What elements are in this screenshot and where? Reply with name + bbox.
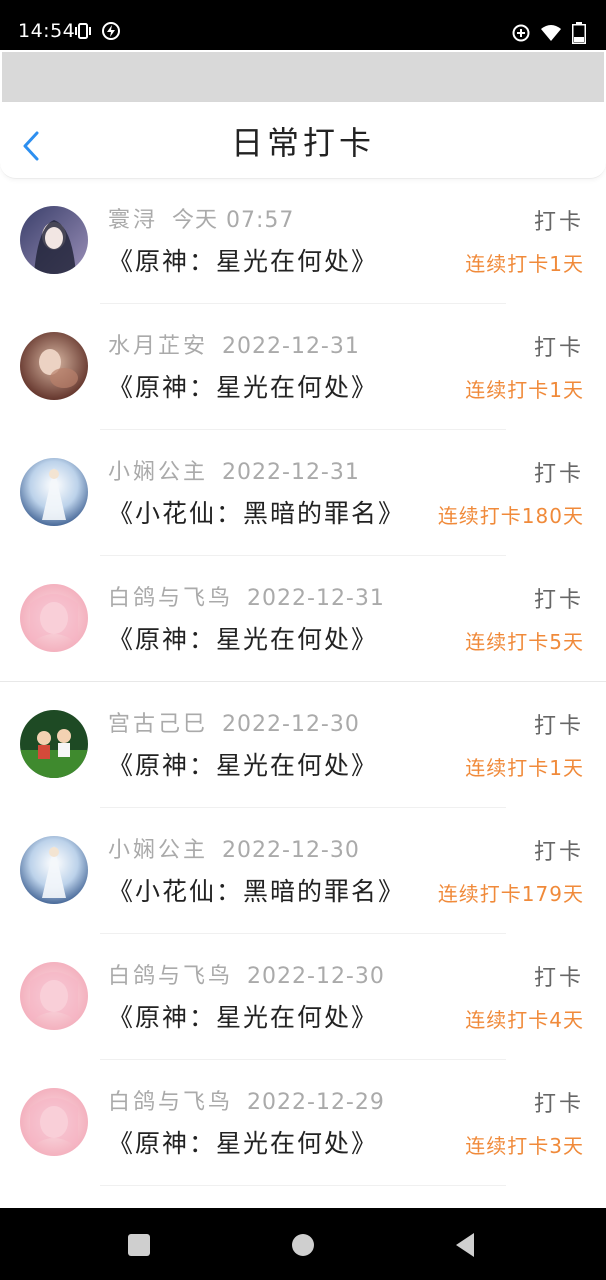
home-button[interactable] [292, 1234, 314, 1256]
item-meta: 白鸽与飞鸟 2022-12-29 [108, 1084, 385, 1116]
system-nav-bar [0, 1208, 606, 1280]
user-name[interactable]: 白鸽与飞鸟 [108, 586, 233, 611]
checkin-button[interactable]: 打卡 [534, 1086, 584, 1118]
status-bar: 14:54 [0, 0, 606, 50]
back-triangle-icon[interactable] [454, 1232, 476, 1258]
charging-icon [102, 22, 120, 40]
streak-badge: 连续打卡3天 [465, 1134, 584, 1158]
book-title[interactable]: 《小花仙：黑暗的罪名》 [108, 872, 405, 908]
wifi-icon [541, 25, 561, 41]
top-banner-placeholder [2, 52, 604, 102]
user-name[interactable]: 水月芷安 [108, 334, 208, 359]
user-avatar[interactable] [20, 332, 88, 400]
vibrate-icon [75, 23, 91, 39]
item-meta: 小娴公主 2022-12-30 [108, 832, 360, 864]
book-title[interactable]: 《原神：星光在何处》 [108, 746, 378, 782]
checkin-date: 2022-12-31 [222, 460, 360, 485]
checkin-list: 寰浔 今天 07:57 《原神：星光在何处》 打卡 连续打卡1天 水月芷安 2022… [0, 178, 606, 1186]
streak-badge: 连续打卡1天 [465, 252, 584, 276]
checkin-button[interactable]: 打卡 [534, 582, 584, 614]
item-meta: 宫古己巳 2022-12-30 [108, 706, 360, 738]
list-item[interactable]: 白鸽与飞鸟 2022-12-30 《原神：星光在何处》 打卡 连续打卡4天 [0, 934, 606, 1060]
streak-badge: 连续打卡179天 [437, 882, 584, 906]
item-meta: 白鸽与飞鸟 2022-12-30 [108, 958, 385, 990]
user-avatar[interactable] [20, 962, 88, 1030]
book-title[interactable]: 《原神：星光在何处》 [108, 242, 378, 278]
checkin-date: 2022-12-30 [222, 712, 360, 737]
item-meta: 水月芷安 2022-12-31 [108, 328, 360, 360]
recents-button[interactable] [128, 1234, 150, 1256]
book-title[interactable]: 《原神：星光在何处》 [108, 998, 378, 1034]
user-avatar[interactable] [20, 458, 88, 526]
list-item[interactable]: 小娴公主 2022-12-31 《小花仙：黑暗的罪名》 打卡 连续打卡180天 [0, 430, 606, 556]
streak-badge: 连续打卡4天 [465, 1008, 584, 1032]
item-meta: 白鸽与飞鸟 2022-12-31 [108, 580, 385, 612]
streak-badge: 连续打卡1天 [465, 378, 584, 402]
user-name[interactable]: 白鸽与飞鸟 [108, 964, 233, 989]
list-item[interactable]: 白鸽与飞鸟 2022-12-31 《原神：星光在何处》 打卡 连续打卡5天 [0, 556, 606, 682]
list-item[interactable]: 小娴公主 2022-12-30 《小花仙：黑暗的罪名》 打卡 连续打卡179天 [0, 808, 606, 934]
user-avatar[interactable] [20, 710, 88, 778]
user-avatar[interactable] [20, 1088, 88, 1156]
user-name[interactable]: 宫古己巳 [108, 712, 208, 737]
streak-badge: 连续打卡1天 [465, 756, 584, 780]
user-avatar[interactable] [20, 584, 88, 652]
checkin-date: 2022-12-30 [222, 838, 360, 863]
list-item[interactable]: 宫古己巳 2022-12-30 《原神：星光在何处》 打卡 连续打卡1天 [0, 682, 606, 808]
user-avatar[interactable] [20, 836, 88, 904]
list-item[interactable]: 水月芷安 2022-12-31 《原神：星光在何处》 打卡 连续打卡1天 [0, 304, 606, 430]
list-item[interactable]: 寰浔 今天 07:57 《原神：星光在何处》 打卡 连续打卡1天 [0, 178, 606, 304]
book-title[interactable]: 《原神：星光在何处》 [108, 1124, 378, 1160]
user-name[interactable]: 白鸽与飞鸟 [108, 1090, 233, 1115]
checkin-button[interactable]: 打卡 [534, 456, 584, 488]
user-avatar[interactable] [20, 206, 88, 274]
checkin-date: 2022-12-31 [247, 586, 385, 611]
book-title[interactable]: 《小花仙：黑暗的罪名》 [108, 494, 405, 530]
divider [100, 1185, 506, 1186]
checkin-button[interactable]: 打卡 [534, 708, 584, 740]
user-name[interactable]: 小娴公主 [108, 838, 208, 863]
checkin-button[interactable]: 打卡 [534, 330, 584, 362]
streak-badge: 连续打卡5天 [465, 630, 584, 654]
checkin-date: 今天 07:57 [172, 208, 295, 233]
status-time: 14:54 [18, 20, 76, 42]
checkin-button[interactable]: 打卡 [534, 960, 584, 992]
book-title[interactable]: 《原神：星光在何处》 [108, 620, 378, 656]
page-title: 日常打卡 [230, 124, 375, 162]
data-saver-icon [512, 24, 530, 42]
item-meta: 寰浔 今天 07:57 [108, 202, 294, 234]
checkin-button[interactable]: 打卡 [534, 834, 584, 866]
list-item[interactable]: 白鸽与飞鸟 2022-12-29 《原神：星光在何处》 打卡 连续打卡3天 [0, 1060, 606, 1186]
user-name[interactable]: 寰浔 [108, 208, 158, 233]
streak-badge: 连续打卡180天 [437, 504, 584, 528]
checkin-date: 2022-12-30 [247, 964, 385, 989]
page-header: 日常打卡 [0, 102, 606, 179]
checkin-date: 2022-12-31 [222, 334, 360, 359]
user-name[interactable]: 小娴公主 [108, 460, 208, 485]
item-meta: 小娴公主 2022-12-31 [108, 454, 360, 486]
book-title[interactable]: 《原神：星光在何处》 [108, 368, 378, 404]
battery-icon [572, 22, 586, 44]
checkin-button[interactable]: 打卡 [534, 204, 584, 236]
checkin-date: 2022-12-29 [247, 1090, 385, 1115]
